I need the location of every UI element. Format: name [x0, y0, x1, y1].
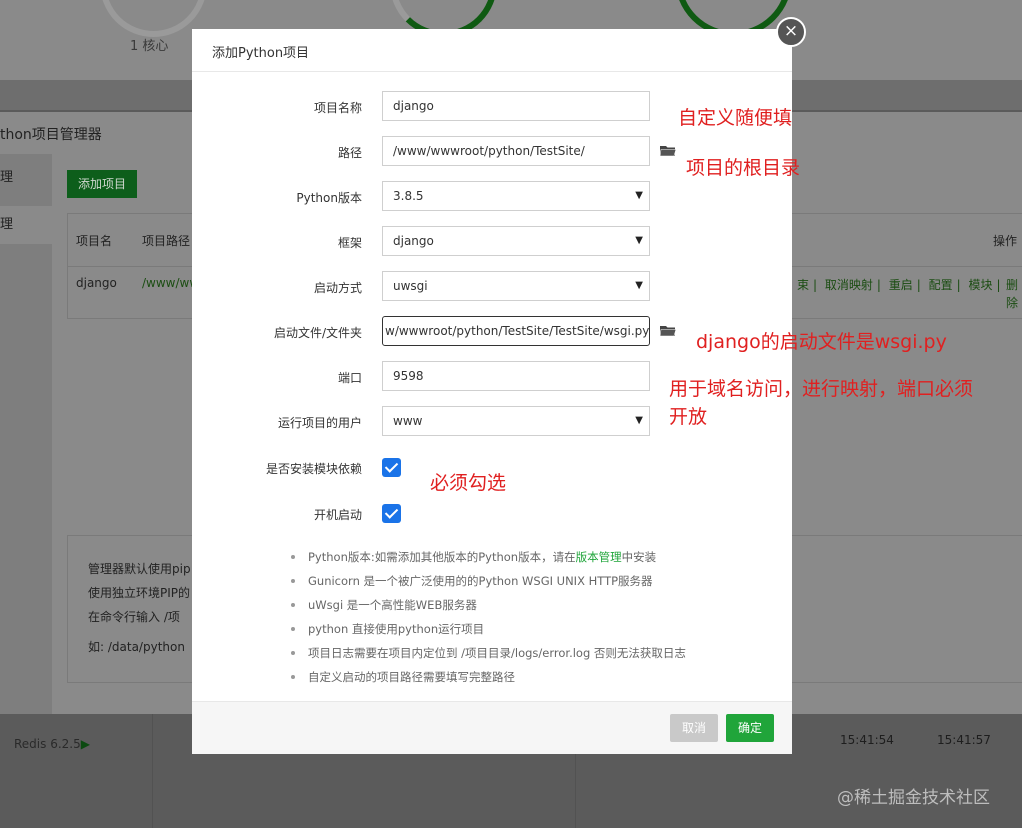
- note-line-2: 使用独立环境PIP的: [88, 586, 191, 600]
- start-method-label: 启动方式: [313, 281, 362, 295]
- action-stop[interactable]: 束: [797, 278, 809, 292]
- help-tips: Python版本:如需添加其他版本的Python版本，请在版本管理中安装 Gun…: [290, 545, 686, 689]
- action-restart[interactable]: 重启: [889, 278, 913, 292]
- python-version-select[interactable]: 3.8.5 ▼: [382, 181, 650, 211]
- install-deps-checkbox[interactable]: [382, 458, 401, 477]
- divider: [152, 714, 153, 828]
- run-user-select[interactable]: www ▼: [382, 406, 650, 436]
- path-input[interactable]: /www/wwwroot/python/TestSite/: [382, 136, 650, 166]
- install-deps-label: 是否安装模块依赖: [265, 462, 362, 476]
- close-icon[interactable]: ×: [776, 17, 806, 47]
- start-method-select[interactable]: uwsgi ▼: [382, 271, 650, 301]
- chevron-down-icon: ▼: [635, 280, 643, 291]
- dialog-header: 添加Python项目: [192, 29, 792, 72]
- folder-icon[interactable]: [660, 145, 676, 157]
- tip-item: Python版本:如需添加其他版本的Python版本，请在版本管理中安装: [290, 545, 686, 569]
- annotation-custom-name: 自定义随便填: [678, 107, 793, 129]
- column-header-name: 项目名: [76, 234, 113, 248]
- chevron-down-icon: ▼: [635, 190, 643, 201]
- tip-item: uWsgi 是一个高性能WEB服务器: [290, 593, 686, 617]
- folder-icon[interactable]: [660, 325, 676, 337]
- chart-time-label: 15:41:57: [937, 733, 991, 747]
- chevron-down-icon: ▼: [635, 235, 643, 246]
- confirm-button[interactable]: 确定: [726, 714, 774, 742]
- action-delete[interactable]: 删除: [1006, 276, 1020, 312]
- version-manager-link[interactable]: 版本管理: [576, 550, 622, 564]
- action-unmap[interactable]: 取消映射: [825, 278, 873, 292]
- add-project-button[interactable]: 添加项目: [67, 170, 137, 198]
- chart-time-label: 15:41:54: [840, 733, 894, 747]
- annotation-port-line2: 开放: [669, 406, 708, 428]
- dialog-title: 添加Python项目: [212, 46, 310, 61]
- path-label: 路径: [337, 146, 362, 160]
- framework-label: 框架: [337, 236, 362, 250]
- column-header-path: 项目路径: [142, 234, 191, 248]
- annotation-root-dir: 项目的根目录: [686, 157, 801, 179]
- cancel-button[interactable]: 取消: [670, 714, 718, 742]
- annotation-port-line1: 用于域名访问，进行映射，端口必须: [669, 378, 974, 400]
- sidebar-item-1[interactable]: 理: [0, 166, 13, 185]
- dialog-footer: 取消 确定: [192, 701, 792, 754]
- manager-sidebar: 理 理: [0, 154, 52, 714]
- note-line-3: 在命令行输入 /项: [88, 610, 180, 624]
- project-name-label: 项目名称: [313, 101, 362, 115]
- column-header-ops: 操作: [993, 234, 1018, 248]
- annotation-start-file: django的启动文件是wsgi.py: [696, 331, 947, 353]
- note-line-1: 管理器默认使用pip: [88, 562, 191, 576]
- action-modules[interactable]: 模块: [969, 278, 993, 292]
- project-name-input[interactable]: django: [382, 91, 650, 121]
- project-name-cell: django: [76, 276, 117, 290]
- redis-version: Redis 6.2.5▶: [14, 737, 90, 751]
- play-icon: ▶: [80, 737, 90, 751]
- annotation-must-check: 必须勾选: [430, 472, 507, 494]
- tip-item: python 直接使用python运行项目: [290, 617, 686, 641]
- note-line-4: 如: /data/python: [88, 640, 185, 654]
- autostart-label: 开机启动: [313, 508, 362, 522]
- tip-item: Gunicorn 是一个被广泛使用的的Python WSGI UNIX HTTP…: [290, 569, 686, 593]
- chevron-down-icon: ▼: [635, 415, 643, 426]
- manager-title: thon项目管理器: [0, 127, 102, 143]
- project-path-link[interactable]: /www/ww: [142, 276, 199, 290]
- port-label: 端口: [337, 371, 362, 385]
- autostart-checkbox[interactable]: [382, 504, 401, 523]
- tip-item: 项目日志需要在项目内定位到 /项目目录/logs/error.log 否则无法获…: [290, 641, 686, 665]
- core-count-label: 1 核心: [130, 39, 169, 54]
- row-actions: 束 | 取消映射 | 重启 | 配置 | 模块 |: [797, 278, 1001, 292]
- start-file-input[interactable]: w/wwwroot/python/TestSite/TestSite/wsgi.…: [382, 316, 650, 346]
- watermark: @稀土掘金技术社区: [837, 788, 990, 808]
- sidebar-item-2[interactable]: 理: [0, 206, 52, 244]
- tip-item: 自定义启动的项目路径需要填写完整路径: [290, 665, 686, 689]
- action-config[interactable]: 配置: [929, 278, 953, 292]
- port-input[interactable]: 9598: [382, 361, 650, 391]
- run-user-label: 运行项目的用户: [277, 416, 362, 430]
- framework-select[interactable]: django ▼: [382, 226, 650, 256]
- python-version-label: Python版本: [296, 191, 362, 205]
- start-file-label: 启动文件/文件夹: [273, 326, 362, 340]
